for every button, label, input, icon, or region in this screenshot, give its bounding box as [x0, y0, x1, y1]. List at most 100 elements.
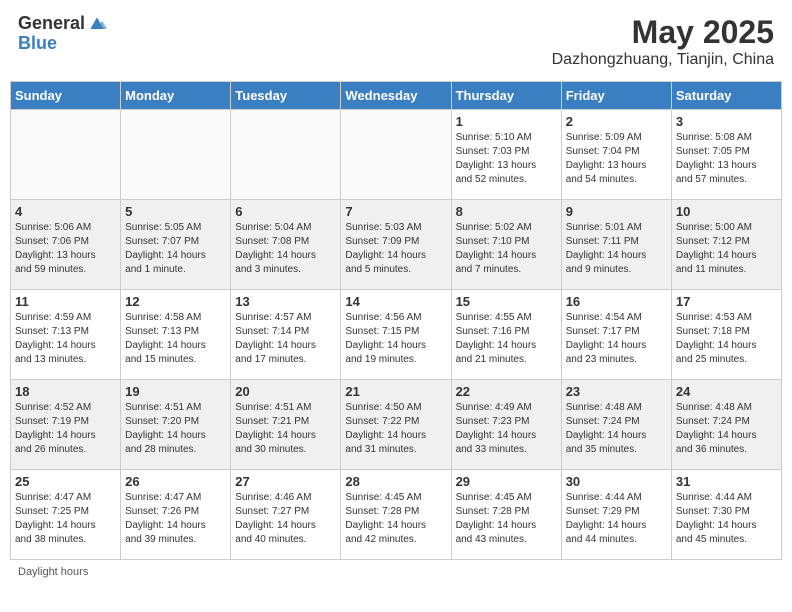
- calendar-week-row: 11 Sunrise: 4:59 AM Sunset: 7:13 PM Dayli…: [11, 290, 782, 380]
- calendar-day-cell: 11 Sunrise: 4:59 AM Sunset: 7:13 PM Dayli…: [11, 290, 121, 380]
- day-info: Sunrise: 4:56 AM Sunset: 7:15 PM Dayligh…: [345, 311, 446, 367]
- day-number: 28: [345, 474, 446, 489]
- day-number: 29: [456, 474, 557, 489]
- calendar-table: SundayMondayTuesdayWednesdayThursdayFrid…: [10, 81, 782, 560]
- day-number: 24: [676, 384, 777, 399]
- calendar-day-cell: 25 Sunrise: 4:47 AM Sunset: 7:25 PM Dayli…: [11, 470, 121, 560]
- calendar-day-cell: [341, 110, 451, 200]
- calendar-day-cell: 28 Sunrise: 4:45 AM Sunset: 7:28 PM Dayli…: [341, 470, 451, 560]
- day-info: Sunrise: 4:47 AM Sunset: 7:26 PM Dayligh…: [125, 491, 226, 547]
- logo: General Blue: [18, 14, 107, 54]
- logo-blue-text: Blue: [18, 34, 107, 54]
- day-number: 19: [125, 384, 226, 399]
- day-number: 31: [676, 474, 777, 489]
- day-number: 14: [345, 294, 446, 309]
- day-info: Sunrise: 5:08 AM Sunset: 7:05 PM Dayligh…: [676, 131, 777, 187]
- logo-general-text: General: [18, 14, 85, 34]
- footer-label: Daylight hours: [10, 566, 782, 578]
- day-info: Sunrise: 4:47 AM Sunset: 7:25 PM Dayligh…: [15, 491, 116, 547]
- day-number: 27: [235, 474, 336, 489]
- day-number: 20: [235, 384, 336, 399]
- day-info: Sunrise: 4:44 AM Sunset: 7:30 PM Dayligh…: [676, 491, 777, 547]
- calendar-day-cell: 1Sunrise: 5:10 AM Sunset: 7:03 PM Daylig…: [451, 110, 561, 200]
- day-info: Sunrise: 4:54 AM Sunset: 7:17 PM Dayligh…: [566, 311, 667, 367]
- calendar-day-cell: 23Sunrise: 4:48 AM Sunset: 7:24 PM Dayli…: [561, 380, 671, 470]
- day-info: Sunrise: 4:52 AM Sunset: 7:19 PM Dayligh…: [15, 401, 116, 457]
- calendar-day-cell: 15 Sunrise: 4:55 AM Sunset: 7:16 PM Dayli…: [451, 290, 561, 380]
- page-header: General Blue May 2025 Dazhongzhuang, Tia…: [10, 10, 782, 73]
- calendar-day-cell: 31 Sunrise: 4:44 AM Sunset: 7:30 PM Dayli…: [671, 470, 781, 560]
- day-info: Sunrise: 5:06 AM Sunset: 7:06 PM Dayligh…: [15, 221, 116, 277]
- calendar-day-cell: 24 Sunrise: 4:48 AM Sunset: 7:24 PM Dayli…: [671, 380, 781, 470]
- day-number: 3: [676, 114, 777, 129]
- day-info: Sunrise: 5:00 AM Sunset: 7:12 PM Dayligh…: [676, 221, 777, 277]
- day-info: Sunrise: 4:58 AM Sunset: 7:13 PM Dayligh…: [125, 311, 226, 367]
- day-info: Sunrise: 4:45 AM Sunset: 7:28 PM Dayligh…: [456, 491, 557, 547]
- day-info: Sunrise: 4:59 AM Sunset: 7:13 PM Dayligh…: [15, 311, 116, 367]
- calendar-day-cell: 3 Sunrise: 5:08 AM Sunset: 7:05 PM Daylig…: [671, 110, 781, 200]
- calendar-day-cell: 12 Sunrise: 4:58 AM Sunset: 7:13 PM Dayli…: [121, 290, 231, 380]
- day-number: 6: [235, 204, 336, 219]
- location-title: Dazhongzhuang, Tianjin, China: [552, 51, 774, 69]
- day-info: Sunrise: 4:49 AM Sunset: 7:23 PM Dayligh…: [456, 401, 557, 457]
- calendar-week-row: 18 Sunrise: 4:52 AM Sunset: 7:19 PM Dayli…: [11, 380, 782, 470]
- calendar-day-cell: 13 Sunrise: 4:57 AM Sunset: 7:14 PM Dayli…: [231, 290, 341, 380]
- day-number: 1: [456, 114, 557, 129]
- header-day-saturday: Saturday: [671, 82, 781, 110]
- day-info: Sunrise: 4:45 AM Sunset: 7:28 PM Dayligh…: [345, 491, 446, 547]
- day-info: Sunrise: 4:53 AM Sunset: 7:18 PM Dayligh…: [676, 311, 777, 367]
- day-number: 8: [456, 204, 557, 219]
- day-info: Sunrise: 5:04 AM Sunset: 7:08 PM Dayligh…: [235, 221, 336, 277]
- header-day-tuesday: Tuesday: [231, 82, 341, 110]
- calendar-header-row: SundayMondayTuesdayWednesdayThursdayFrid…: [11, 82, 782, 110]
- calendar-day-cell: 26 Sunrise: 4:47 AM Sunset: 7:26 PM Dayli…: [121, 470, 231, 560]
- header-day-thursday: Thursday: [451, 82, 561, 110]
- day-number: 10: [676, 204, 777, 219]
- day-number: 25: [15, 474, 116, 489]
- day-info: Sunrise: 4:51 AM Sunset: 7:20 PM Dayligh…: [125, 401, 226, 457]
- day-number: 26: [125, 474, 226, 489]
- day-info: Sunrise: 4:48 AM Sunset: 7:24 PM Dayligh…: [566, 401, 667, 457]
- calendar-day-cell: [121, 110, 231, 200]
- day-number: 13: [235, 294, 336, 309]
- calendar-day-cell: 19 Sunrise: 4:51 AM Sunset: 7:20 PM Dayli…: [121, 380, 231, 470]
- calendar-day-cell: 4Sunrise: 5:06 AM Sunset: 7:06 PM Daylig…: [11, 200, 121, 290]
- calendar-day-cell: 27Sunrise: 4:46 AM Sunset: 7:27 PM Dayli…: [231, 470, 341, 560]
- calendar-day-cell: 29 Sunrise: 4:45 AM Sunset: 7:28 PM Dayli…: [451, 470, 561, 560]
- day-info: Sunrise: 4:51 AM Sunset: 7:21 PM Dayligh…: [235, 401, 336, 457]
- calendar-day-cell: 7 Sunrise: 5:03 AM Sunset: 7:09 PM Daylig…: [341, 200, 451, 290]
- calendar-day-cell: 9Sunrise: 5:01 AM Sunset: 7:11 PM Daylig…: [561, 200, 671, 290]
- calendar-day-cell: 17 Sunrise: 4:53 AM Sunset: 7:18 PM Dayli…: [671, 290, 781, 380]
- day-number: 11: [15, 294, 116, 309]
- calendar-day-cell: 30Sunrise: 4:44 AM Sunset: 7:29 PM Dayli…: [561, 470, 671, 560]
- calendar-day-cell: 10 Sunrise: 5:00 AM Sunset: 7:12 PM Dayli…: [671, 200, 781, 290]
- calendar-day-cell: 18 Sunrise: 4:52 AM Sunset: 7:19 PM Dayli…: [11, 380, 121, 470]
- day-number: 18: [15, 384, 116, 399]
- day-number: 5: [125, 204, 226, 219]
- calendar-day-cell: 8Sunrise: 5:02 AM Sunset: 7:10 PM Daylig…: [451, 200, 561, 290]
- header-day-wednesday: Wednesday: [341, 82, 451, 110]
- calendar-day-cell: 14 Sunrise: 4:56 AM Sunset: 7:15 PM Dayli…: [341, 290, 451, 380]
- day-number: 2: [566, 114, 667, 129]
- day-number: 9: [566, 204, 667, 219]
- header-day-sunday: Sunday: [11, 82, 121, 110]
- calendar-day-cell: 5 Sunrise: 5:05 AM Sunset: 7:07 PM Daylig…: [121, 200, 231, 290]
- day-number: 21: [345, 384, 446, 399]
- day-info: Sunrise: 4:50 AM Sunset: 7:22 PM Dayligh…: [345, 401, 446, 457]
- header-day-friday: Friday: [561, 82, 671, 110]
- calendar-day-cell: [11, 110, 121, 200]
- calendar-day-cell: 20 Sunrise: 4:51 AM Sunset: 7:21 PM Dayli…: [231, 380, 341, 470]
- day-info: Sunrise: 5:05 AM Sunset: 7:07 PM Dayligh…: [125, 221, 226, 277]
- calendar-day-cell: 2Sunrise: 5:09 AM Sunset: 7:04 PM Daylig…: [561, 110, 671, 200]
- day-number: 12: [125, 294, 226, 309]
- day-number: 30: [566, 474, 667, 489]
- day-info: Sunrise: 4:48 AM Sunset: 7:24 PM Dayligh…: [676, 401, 777, 457]
- day-info: Sunrise: 4:55 AM Sunset: 7:16 PM Dayligh…: [456, 311, 557, 367]
- day-number: 15: [456, 294, 557, 309]
- calendar-week-row: 4Sunrise: 5:06 AM Sunset: 7:06 PM Daylig…: [11, 200, 782, 290]
- calendar-week-row: 25 Sunrise: 4:47 AM Sunset: 7:25 PM Dayli…: [11, 470, 782, 560]
- day-info: Sunrise: 5:03 AM Sunset: 7:09 PM Dayligh…: [345, 221, 446, 277]
- day-number: 7: [345, 204, 446, 219]
- day-number: 17: [676, 294, 777, 309]
- day-info: Sunrise: 4:57 AM Sunset: 7:14 PM Dayligh…: [235, 311, 336, 367]
